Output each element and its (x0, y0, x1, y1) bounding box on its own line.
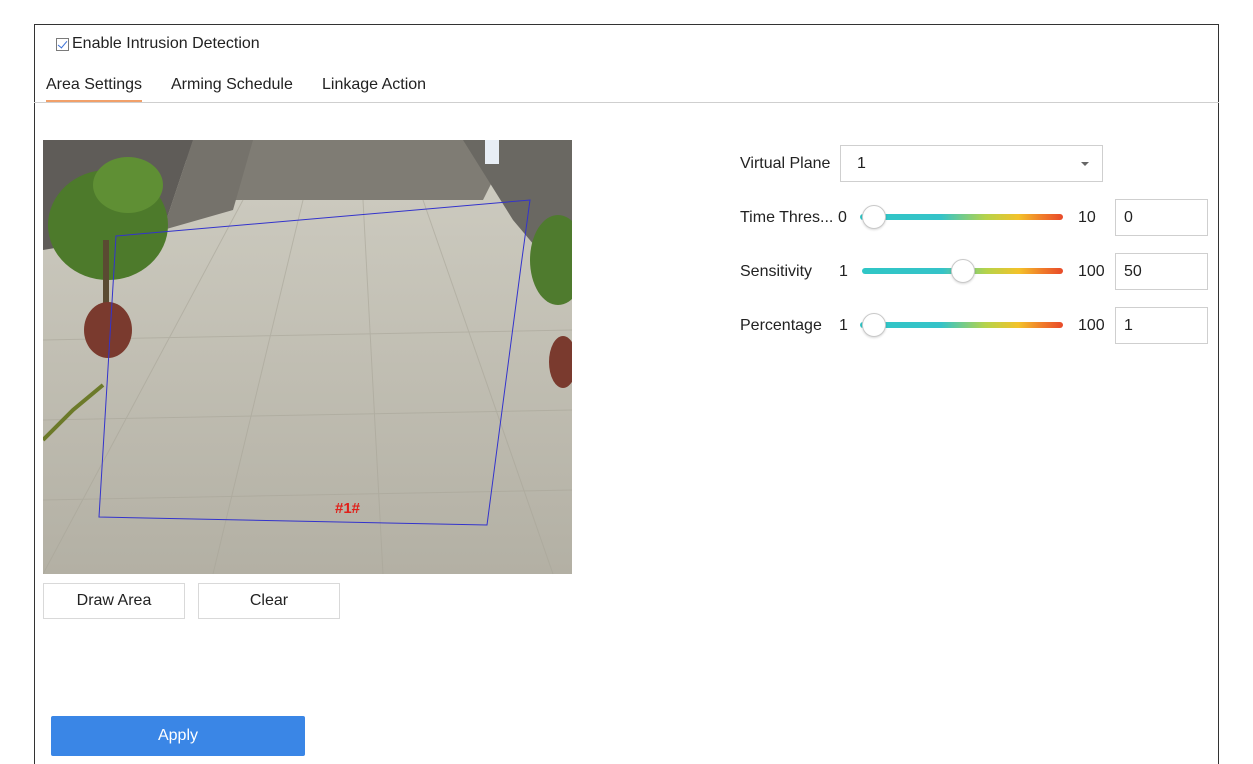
percentage-label: Percentage (740, 317, 822, 334)
enable-intrusion-label: Enable Intrusion Detection (72, 35, 260, 52)
camera-preview[interactable]: #1# (43, 140, 572, 574)
tab-arming-schedule[interactable]: Arming Schedule (171, 74, 293, 100)
sensitivity-min: 1 (839, 263, 848, 280)
percentage-slider[interactable] (860, 322, 1063, 328)
percentage-min: 1 (839, 317, 848, 334)
virtual-plane-value: 1 (857, 155, 866, 172)
sensitivity-handle[interactable] (950, 259, 975, 283)
time-threshold-min: 0 (838, 209, 847, 226)
clear-button[interactable]: Clear (198, 583, 340, 619)
camera-image (43, 140, 572, 574)
enable-intrusion-checkbox[interactable]: Enable Intrusion Detection (56, 34, 260, 54)
time-threshold-handle[interactable] (862, 205, 886, 229)
percentage-handle[interactable] (862, 313, 886, 337)
virtual-plane-select[interactable]: 1 (840, 145, 1103, 182)
virtual-plane-label: Virtual Plane (740, 155, 831, 172)
sensitivity-label: Sensitivity (740, 263, 813, 280)
zone-label: #1# (335, 500, 361, 517)
chevron-down-icon (1081, 162, 1089, 166)
time-threshold-max: 10 (1078, 209, 1096, 226)
percentage-max: 100 (1078, 317, 1105, 334)
time-threshold-slider[interactable] (860, 214, 1063, 220)
time-threshold-label: Time Thres... (740, 209, 834, 226)
time-threshold-input[interactable]: 0 (1115, 199, 1208, 236)
tab-area-settings[interactable]: Area Settings (46, 74, 143, 102)
tab-linkage-action[interactable]: Linkage Action (322, 74, 426, 100)
percentage-input[interactable]: 1 (1115, 307, 1208, 344)
checkbox-checked-icon[interactable] (56, 37, 69, 51)
sensitivity-input[interactable]: 50 (1115, 253, 1208, 290)
draw-area-button[interactable]: Draw Area (43, 583, 185, 619)
apply-button[interactable]: Apply (51, 716, 305, 756)
tab-bar: Area Settings Arming Schedule Linkage Ac… (34, 72, 1219, 103)
sensitivity-max: 100 (1078, 263, 1105, 280)
